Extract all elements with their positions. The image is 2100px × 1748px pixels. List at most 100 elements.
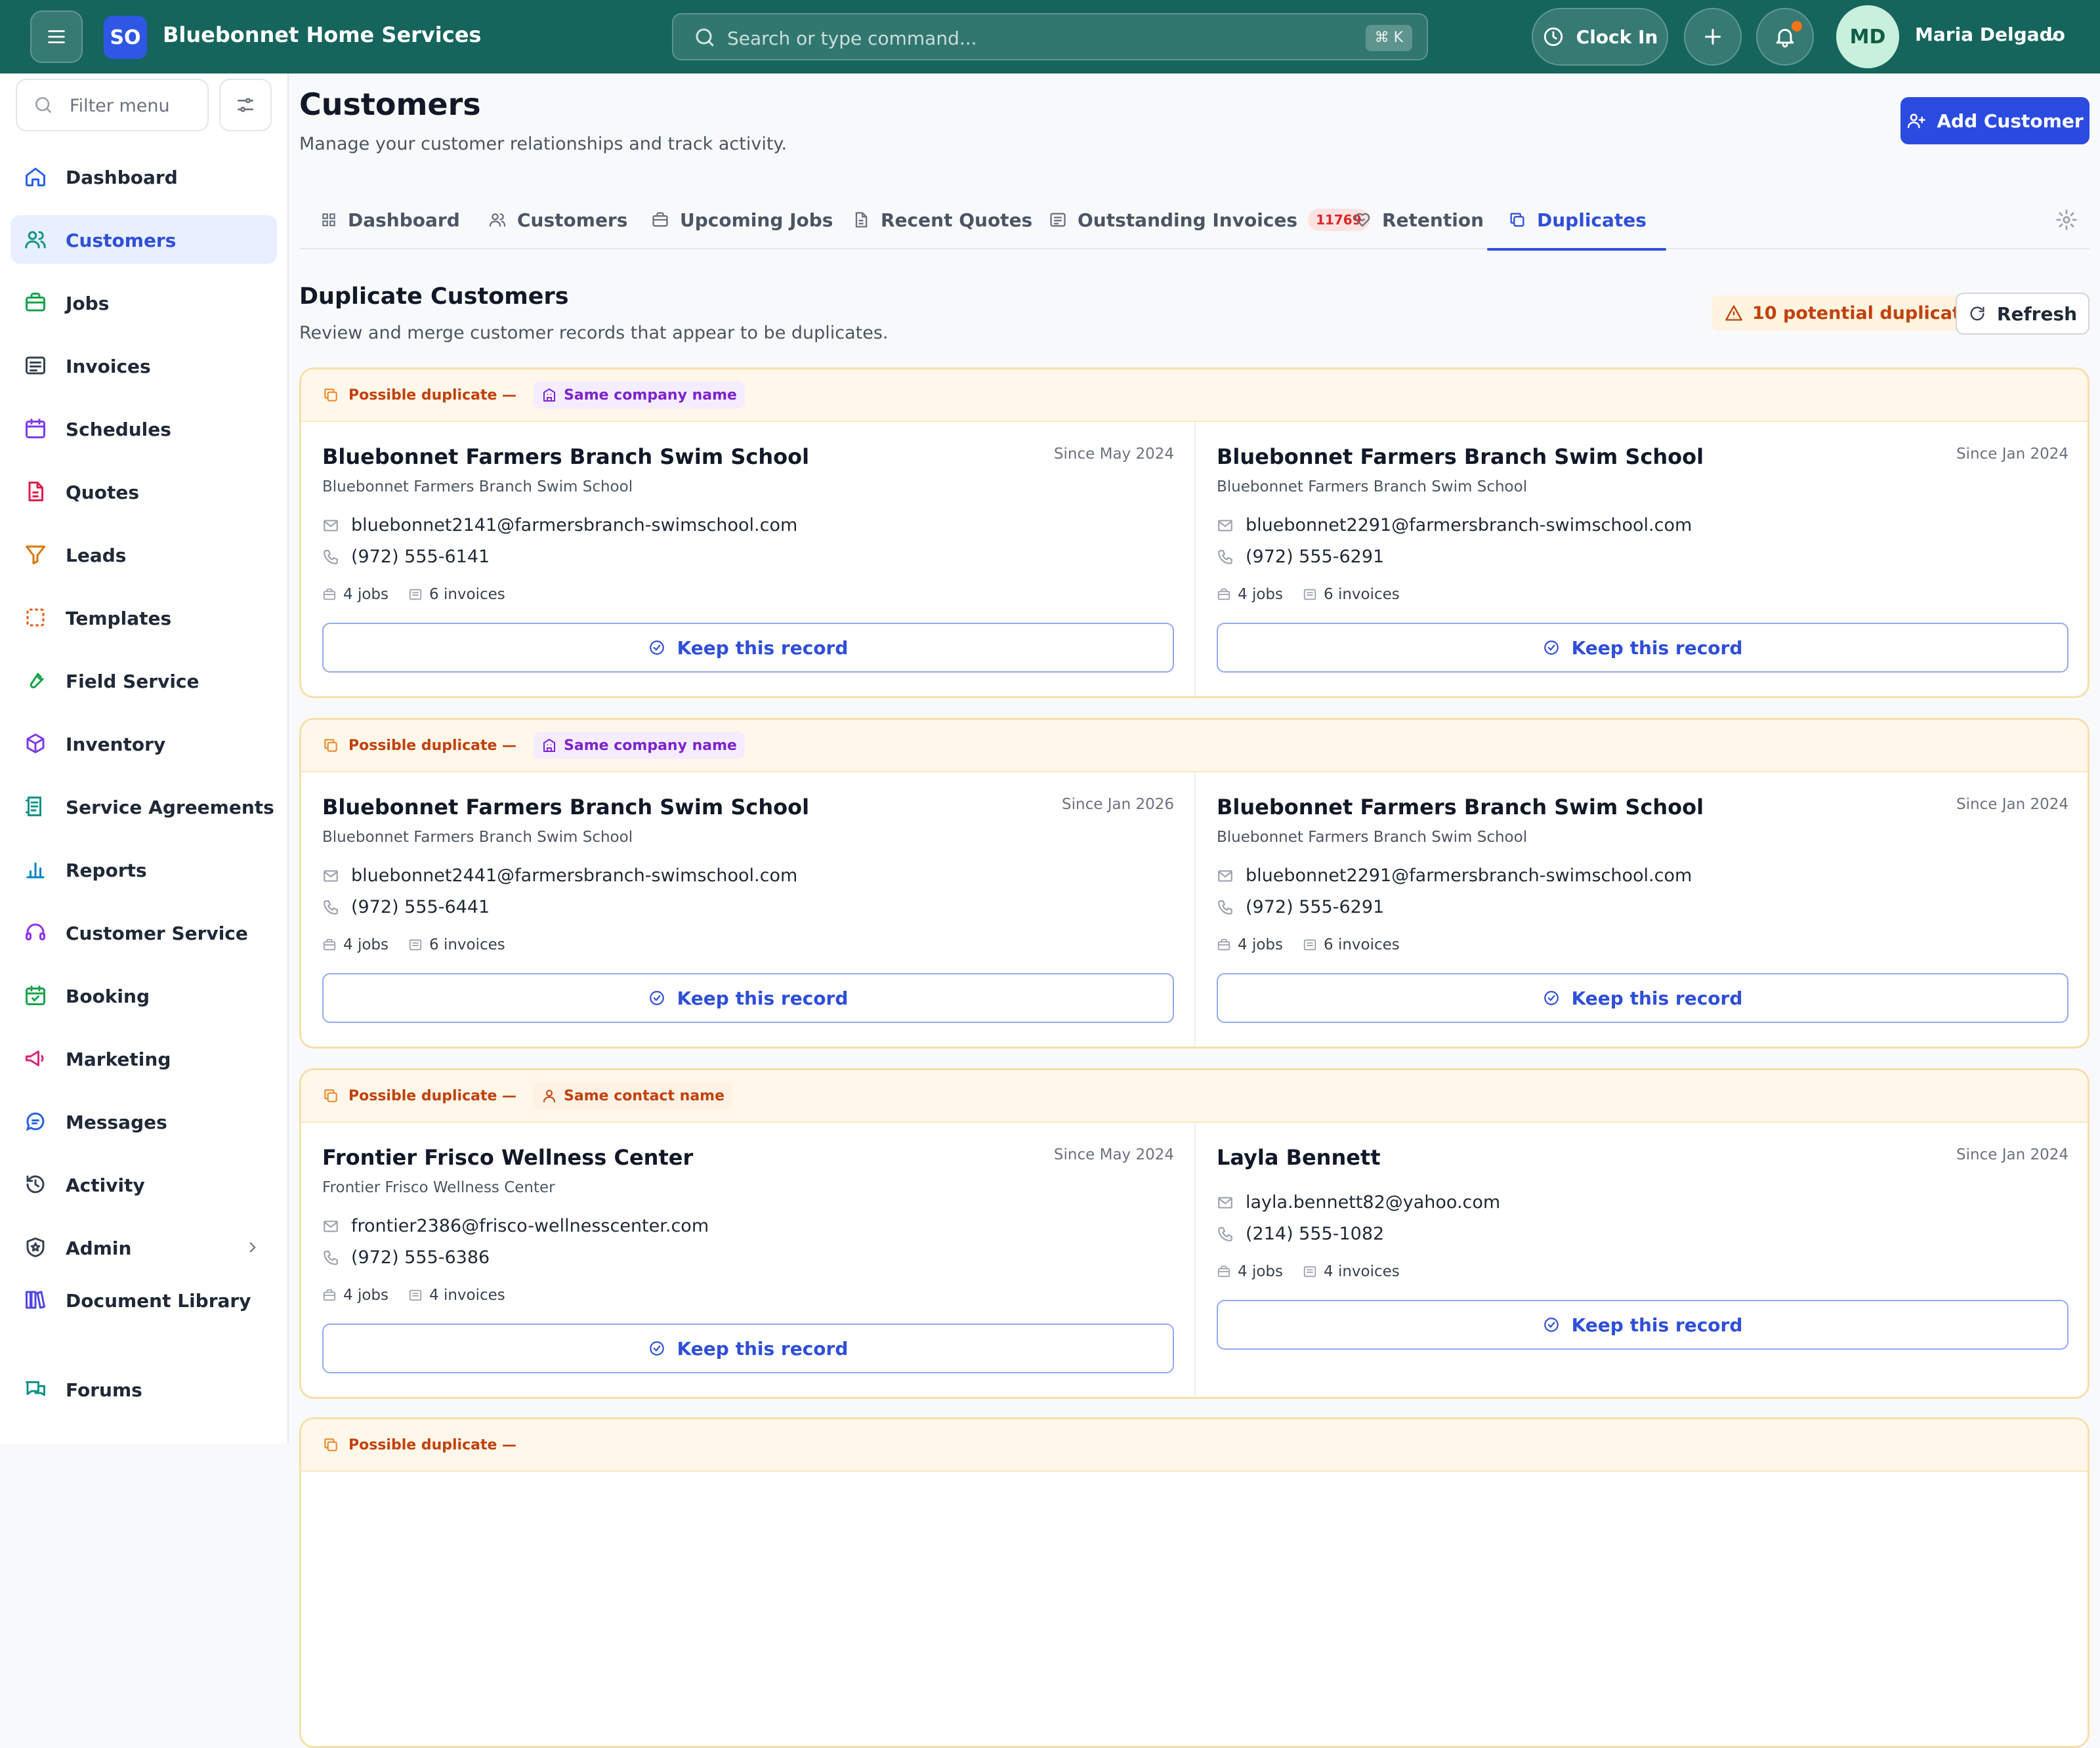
- customer-phone[interactable]: (972) 555-6386: [351, 1247, 490, 1268]
- sidebar-item-invoices[interactable]: Invoices: [10, 341, 277, 390]
- sidebar-item-service-agreements[interactable]: Service Agreements: [10, 782, 277, 831]
- notifications-button[interactable]: [1756, 8, 1814, 66]
- tab-dashboard[interactable]: Dashboard: [320, 190, 460, 249]
- customer-phone[interactable]: (972) 555-6291: [1246, 897, 1384, 917]
- customer-name[interactable]: Layla Bennett: [1217, 1145, 1381, 1170]
- user-avatar[interactable]: MD: [1836, 5, 1899, 68]
- quick-add-button[interactable]: [1684, 8, 1742, 66]
- customer-since: Since Jan 2026: [1062, 796, 1174, 813]
- sidebar-item-document-library[interactable]: Document Library: [10, 1276, 277, 1324]
- keep-record-button[interactable]: Keep this record: [1217, 1300, 2068, 1350]
- keep-record-label: Keep this record: [677, 636, 849, 659]
- invoices-count: 6 invoices: [429, 586, 505, 603]
- customer-name[interactable]: Bluebonnet Farmers Branch Swim School: [1217, 795, 1704, 820]
- sidebar-item-messages[interactable]: Messages: [10, 1097, 277, 1146]
- customer-email[interactable]: layla.bennett82@yahoo.com: [1246, 1192, 1500, 1213]
- command-search[interactable]: Search or type command... ⌘ K: [672, 13, 1428, 60]
- mail-icon: [324, 1220, 338, 1232]
- sidebar-item-jobs[interactable]: Jobs: [10, 278, 277, 327]
- sidebar-item-customers[interactable]: Customers: [10, 215, 277, 264]
- sidebar-item-reports[interactable]: Reports: [10, 845, 277, 894]
- sidebar-item-label: Admin: [66, 1238, 132, 1259]
- keep-record-button[interactable]: Keep this record: [322, 973, 1174, 1023]
- sidebar-item-activity[interactable]: Activity: [10, 1160, 277, 1209]
- possible-duplicate-label: Possible duplicate —: [348, 1087, 517, 1104]
- filter-options-button[interactable]: [219, 79, 272, 131]
- sidebar-item-marketing[interactable]: Marketing: [10, 1034, 277, 1083]
- sidebar-item-label: Document Library: [66, 1290, 251, 1312]
- customer-name[interactable]: Bluebonnet Farmers Branch Swim School: [322, 795, 809, 820]
- sidebar-item-label: Customers: [66, 230, 177, 251]
- customer-stats: 4 jobs 6 invoices: [322, 936, 505, 953]
- tab-retention[interactable]: Retention: [1353, 190, 1484, 249]
- page-subtitle: Manage your customer relationships and t…: [299, 134, 788, 154]
- keep-record-button[interactable]: Keep this record: [322, 623, 1174, 673]
- check-circle-icon: [649, 640, 664, 655]
- keep-record-label: Keep this record: [677, 987, 849, 1009]
- sidebar-item-schedules[interactable]: Schedules: [10, 404, 277, 453]
- duplicate-group: Possible duplicate — Same company name B…: [299, 718, 2090, 1049]
- customer-phone[interactable]: (972) 555-6291: [1246, 547, 1384, 567]
- customer-name[interactable]: Bluebonnet Farmers Branch Swim School: [322, 444, 809, 469]
- customer-email[interactable]: bluebonnet2291@farmersbranch-swimschool.…: [1246, 515, 1692, 535]
- tab-label: Duplicates: [1537, 209, 1647, 231]
- customer-name[interactable]: Bluebonnet Farmers Branch Swim School: [1217, 444, 1704, 469]
- tab-upcoming-jobs[interactable]: Upcoming Jobs: [651, 190, 833, 249]
- check-circle-icon: [1544, 991, 1559, 1005]
- sidebar-item-leads[interactable]: Leads: [10, 530, 277, 579]
- keep-record-label: Keep this record: [677, 1337, 849, 1360]
- copy-icon: [324, 1089, 337, 1102]
- app-logo[interactable]: SO: [104, 16, 147, 59]
- match-reason-tag: Same company name: [534, 732, 745, 759]
- sidebar-item-booking[interactable]: Booking: [10, 971, 277, 1020]
- grid-icon: [322, 213, 335, 226]
- sidebar-item-inventory[interactable]: Inventory: [10, 719, 277, 768]
- file-icon: [28, 482, 43, 501]
- gear-icon[interactable]: [2055, 209, 2078, 231]
- customer-phone[interactable]: (214) 555-1082: [1246, 1224, 1384, 1244]
- tab-outstanding-invoices[interactable]: Outstanding Invoices 11769: [1049, 190, 1370, 249]
- customer-record-card: Layla Bennett Since Jan 2024 layla.benne…: [1196, 1123, 2088, 1397]
- customer-name[interactable]: Frontier Frisco Wellness Center: [322, 1145, 693, 1170]
- customer-email[interactable]: bluebonnet2141@farmersbranch-swimschool.…: [351, 515, 797, 535]
- customer-company: Bluebonnet Farmers Branch Swim School: [1217, 829, 1528, 846]
- customer-phone-row: (972) 555-6386: [322, 1247, 490, 1268]
- refresh-button[interactable]: Refresh: [1956, 293, 2090, 335]
- chevron-down-icon[interactable]: [2042, 28, 2062, 47]
- customer-phone[interactable]: (972) 555-6141: [351, 547, 490, 567]
- customer-email[interactable]: bluebonnet2441@farmersbranch-swimschool.…: [351, 865, 797, 886]
- sidebar-item-dashboard[interactable]: Dashboard: [10, 152, 277, 201]
- top-bar: SO Bluebonnet Home Services Search or ty…: [0, 0, 2100, 73]
- briefcase-icon: [1217, 1265, 1230, 1278]
- customer-record-card: Bluebonnet Farmers Branch Swim School Si…: [301, 422, 1195, 696]
- tab-recent-quotes[interactable]: Recent Quotes: [852, 190, 1032, 249]
- jobs-count: 4 jobs: [1238, 1263, 1283, 1280]
- tab-duplicates[interactable]: Duplicates: [1487, 190, 1666, 251]
- tab-customers[interactable]: Customers: [488, 190, 627, 249]
- add-customer-button[interactable]: Add Customer: [1900, 97, 2090, 144]
- keep-record-button[interactable]: Keep this record: [1217, 623, 2068, 673]
- app-name[interactable]: Bluebonnet Home Services: [163, 22, 481, 47]
- customer-email[interactable]: bluebonnet2291@farmersbranch-swimschool.…: [1246, 865, 1692, 886]
- menu-toggle-button[interactable]: [30, 10, 83, 63]
- possible-duplicate-label: Possible duplicate —: [348, 386, 517, 404]
- clock-in-button[interactable]: Clock In: [1532, 8, 1668, 66]
- phone-icon: [1218, 549, 1232, 564]
- customer-phone[interactable]: (972) 555-6441: [351, 897, 490, 917]
- sidebar-item-label: Messages: [66, 1112, 167, 1133]
- customer-company: Bluebonnet Farmers Branch Swim School: [1217, 478, 1528, 495]
- keep-record-button[interactable]: Keep this record: [1217, 973, 2068, 1023]
- jobs-count: 4 jobs: [1238, 586, 1283, 603]
- sidebar-item-admin[interactable]: Admin: [10, 1223, 277, 1272]
- sidebar-item-quotes[interactable]: Quotes: [10, 467, 277, 516]
- sidebar-item-templates[interactable]: Templates: [10, 593, 277, 642]
- customer-email[interactable]: frontier2386@frisco-wellnesscenter.com: [351, 1216, 709, 1236]
- sidebar-item-field-service[interactable]: Field Service: [10, 656, 277, 705]
- sidebar-item-forums[interactable]: Forums: [10, 1365, 277, 1413]
- filter-menu-input[interactable]: Filter menu: [16, 79, 209, 131]
- customer-company: Bluebonnet Farmers Branch Swim School: [322, 829, 633, 846]
- receipt-icon: [1050, 213, 1066, 227]
- sidebar-item-customer-service[interactable]: Customer Service: [10, 908, 277, 957]
- shield-icon: [26, 1238, 45, 1257]
- keep-record-button[interactable]: Keep this record: [322, 1323, 1174, 1373]
